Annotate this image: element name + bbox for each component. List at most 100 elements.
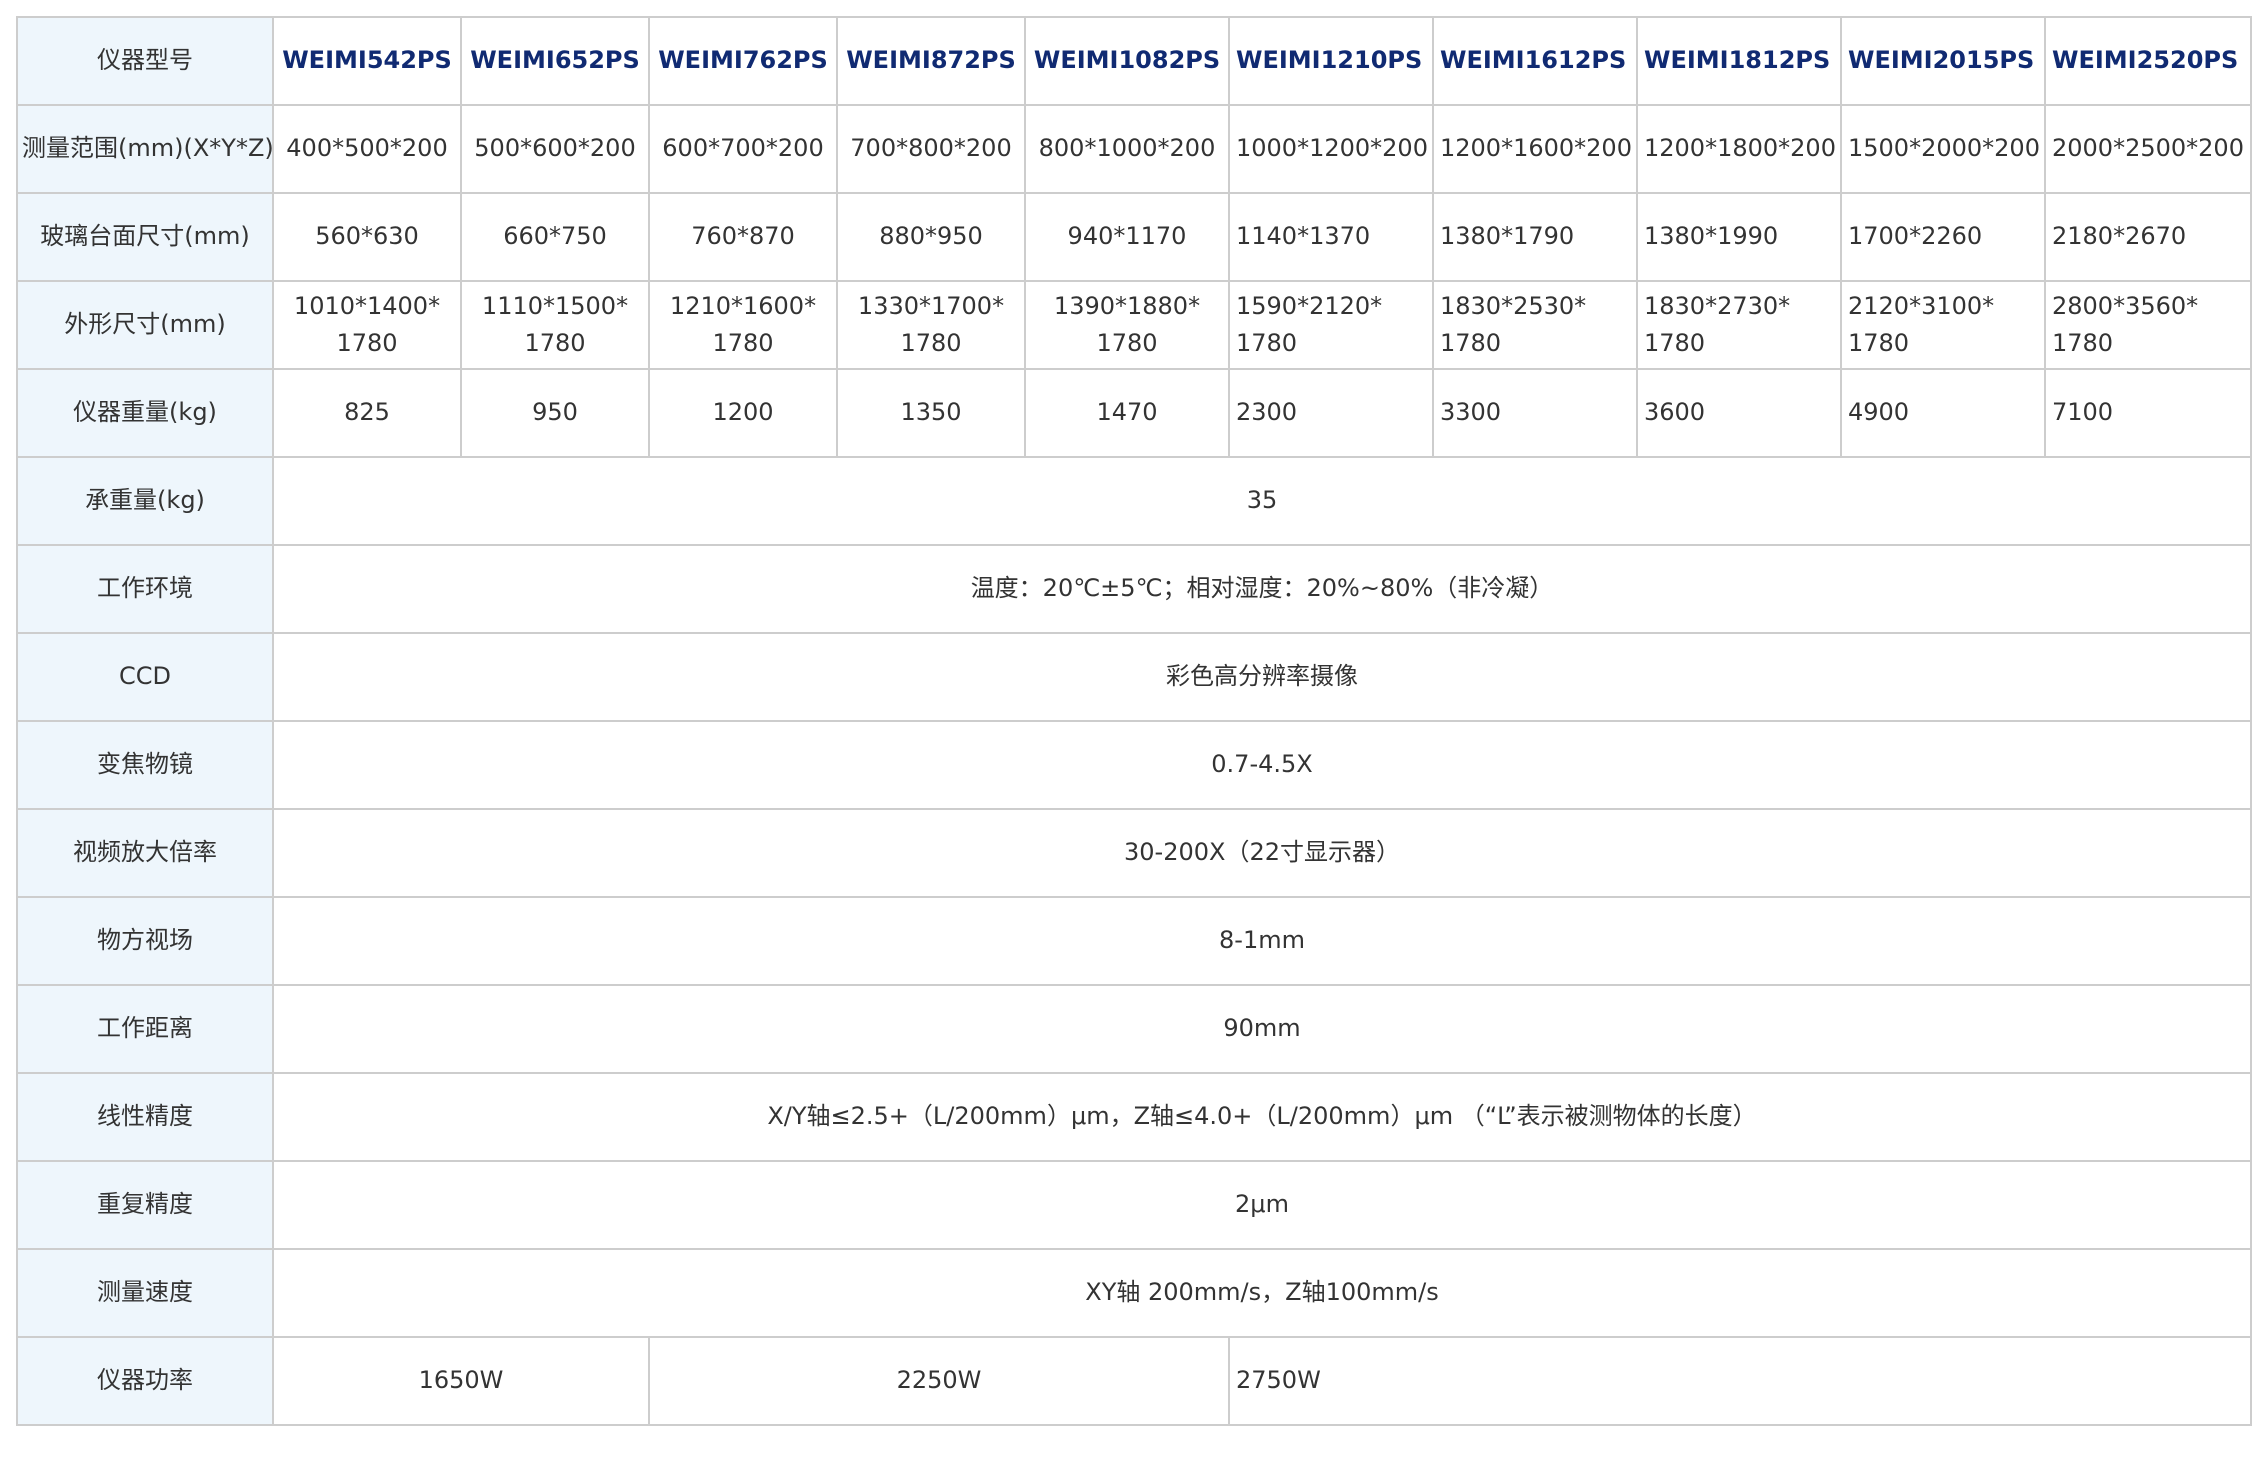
spec-value: XY轴 200mm/s，Z轴100mm/s — [272, 1248, 2252, 1338]
outline-row: 外形尺寸(mm) 1010*1400* 1780 1110*1500* 1780 1… — [16, 280, 2252, 370]
wd-row: 工作距离 90mm — [16, 984, 2252, 1074]
env-row: 工作环境 温度：20℃±5℃；相对湿度：20%~80%（非冷凝） — [16, 544, 2252, 634]
weight-row: 仪器重量(kg) 825 950 1200 1350 1470 2300 330… — [16, 368, 2252, 458]
spec-value: 1830*2730* 1780 — [1636, 280, 1842, 370]
spec-value: 90mm — [272, 984, 2252, 1074]
spec-value: 940*1170 — [1024, 192, 1230, 282]
model-name: WEIMI1210PS — [1228, 16, 1434, 106]
spec-value: 2300 — [1228, 368, 1434, 458]
spec-value: 660*750 — [460, 192, 650, 282]
outline-line2: 1780 — [712, 329, 774, 357]
outline-line2: 1780 — [1236, 329, 1298, 357]
model-name: WEIMI1612PS — [1432, 16, 1638, 106]
mag-row: 视频放大倍率 30-200X（22寸显示器） — [16, 808, 2252, 898]
spec-value: 3600 — [1636, 368, 1842, 458]
outline-line2: 1780 — [1848, 329, 1910, 357]
spec-value: 温度：20℃±5℃；相对湿度：20%~80%（非冷凝） — [272, 544, 2252, 634]
row-label: 玻璃台面尺寸(mm) — [16, 192, 274, 282]
outline-line1: 1390*1880* — [1053, 291, 1201, 320]
spec-value: 1590*2120* 1780 — [1228, 280, 1434, 370]
outline-line2: 1780 — [1440, 329, 1502, 357]
spec-value: 1110*1500* 1780 — [460, 280, 650, 370]
zoom-row: 变焦物镜 0.7-4.5X — [16, 720, 2252, 810]
spec-value: 1470 — [1024, 368, 1230, 458]
row-label: 线性精度 — [16, 1072, 274, 1162]
outline-line2: 1780 — [900, 329, 962, 357]
spec-value: 2250W — [648, 1336, 1230, 1426]
spec-value: 3300 — [1432, 368, 1638, 458]
outline-line2: 1780 — [1644, 329, 1706, 357]
row-label: 物方视场 — [16, 896, 274, 986]
outline-line1: 2800*3560* — [2052, 291, 2199, 320]
spec-value: 1000*1200*200 — [1228, 104, 1434, 194]
spec-value: 1010*1400* 1780 — [272, 280, 462, 370]
ccd-row: CCD 彩色高分辨率摄像 — [16, 632, 2252, 722]
spec-value: 1210*1600* 1780 — [648, 280, 838, 370]
row-label: 视频放大倍率 — [16, 808, 274, 898]
spec-value: 880*950 — [836, 192, 1026, 282]
model-name: WEIMI2520PS — [2044, 16, 2252, 106]
row-label: 测量速度 — [16, 1248, 274, 1338]
linear-row: 线性精度 X/Y轴≤2.5+（L/200mm）μm，Z轴≤4.0+（L/200m… — [16, 1072, 2252, 1162]
spec-value: 2120*3100* 1780 — [1840, 280, 2046, 370]
spec-value: 1330*1700* 1780 — [836, 280, 1026, 370]
outline-line2: 1780 — [1096, 329, 1158, 357]
row-label: 仪器重量(kg) — [16, 368, 274, 458]
row-label: 承重量(kg) — [16, 456, 274, 546]
spec-value: 800*1000*200 — [1024, 104, 1230, 194]
outline-line2: 1780 — [2052, 329, 2114, 357]
spec-value: 2800*3560* 1780 — [2044, 280, 2252, 370]
outline-line1: 1590*2120* — [1236, 291, 1383, 320]
model-name: WEIMI542PS — [272, 16, 462, 106]
spec-value: 2μm — [272, 1160, 2252, 1250]
spec-value: 760*870 — [648, 192, 838, 282]
spec-value: 1650W — [272, 1336, 650, 1426]
spec-value: 2750W — [1228, 1336, 2252, 1426]
spec-value: 1700*2260 — [1840, 192, 2046, 282]
spec-value: 1830*2530* 1780 — [1432, 280, 1638, 370]
spec-value: 600*700*200 — [648, 104, 838, 194]
power-row: 仪器功率 1650W 2250W 2750W — [16, 1336, 2252, 1426]
outline-line2: 1780 — [336, 329, 398, 357]
spec-value: 500*600*200 — [460, 104, 650, 194]
spec-value: 1140*1370 — [1228, 192, 1434, 282]
glass-row: 玻璃台面尺寸(mm) 560*630 660*750 760*870 880*9… — [16, 192, 2252, 282]
spec-value: 1200*1600*200 — [1432, 104, 1638, 194]
row-label: 外形尺寸(mm) — [16, 280, 274, 370]
spec-value: 4900 — [1840, 368, 2046, 458]
spec-value: 1380*1790 — [1432, 192, 1638, 282]
spec-value: 700*800*200 — [836, 104, 1026, 194]
spec-value: X/Y轴≤2.5+（L/200mm）μm，Z轴≤4.0+（L/200mm）μm … — [272, 1072, 2252, 1162]
spec-value: 1200 — [648, 368, 838, 458]
model-name: WEIMI762PS — [648, 16, 838, 106]
spec-table: 仪器型号 WEIMI542PS WEIMI652PS WEIMI762PS WE… — [16, 16, 2252, 1426]
model-row: 仪器型号 WEIMI542PS WEIMI652PS WEIMI762PS WE… — [16, 16, 2252, 106]
row-label: CCD — [16, 632, 274, 722]
model-name: WEIMI2015PS — [1840, 16, 2046, 106]
repeat-row: 重复精度 2μm — [16, 1160, 2252, 1250]
range-row: 测量范围(mm)(X*Y*Z) 400*500*200 500*600*200 … — [16, 104, 2252, 194]
outline-line1: 1010*1400* — [293, 291, 441, 320]
model-name: WEIMI1812PS — [1636, 16, 1842, 106]
spec-value: 2180*2670 — [2044, 192, 2252, 282]
model-name: WEIMI1082PS — [1024, 16, 1230, 106]
speed-row: 测量速度 XY轴 200mm/s，Z轴100mm/s — [16, 1248, 2252, 1338]
spec-value: 7100 — [2044, 368, 2252, 458]
row-label: 重复精度 — [16, 1160, 274, 1250]
fov-row: 物方视场 8-1mm — [16, 896, 2252, 986]
header-label: 仪器型号 — [16, 16, 274, 106]
outline-line1: 1330*1700* — [857, 291, 1005, 320]
spec-value: 35 — [272, 456, 2252, 546]
spec-value: 400*500*200 — [272, 104, 462, 194]
spec-value: 560*630 — [272, 192, 462, 282]
row-label: 工作距离 — [16, 984, 274, 1074]
row-label: 测量范围(mm)(X*Y*Z) — [16, 104, 274, 194]
outline-line1: 1210*1600* — [669, 291, 817, 320]
spec-value: 825 — [272, 368, 462, 458]
outline-line1: 2120*3100* — [1848, 291, 1995, 320]
outline-line1: 1830*2730* — [1644, 291, 1791, 320]
spec-value: 950 — [460, 368, 650, 458]
spec-value: 1200*1800*200 — [1636, 104, 1842, 194]
model-name: WEIMI652PS — [460, 16, 650, 106]
spec-value: 1500*2000*200 — [1840, 104, 2046, 194]
